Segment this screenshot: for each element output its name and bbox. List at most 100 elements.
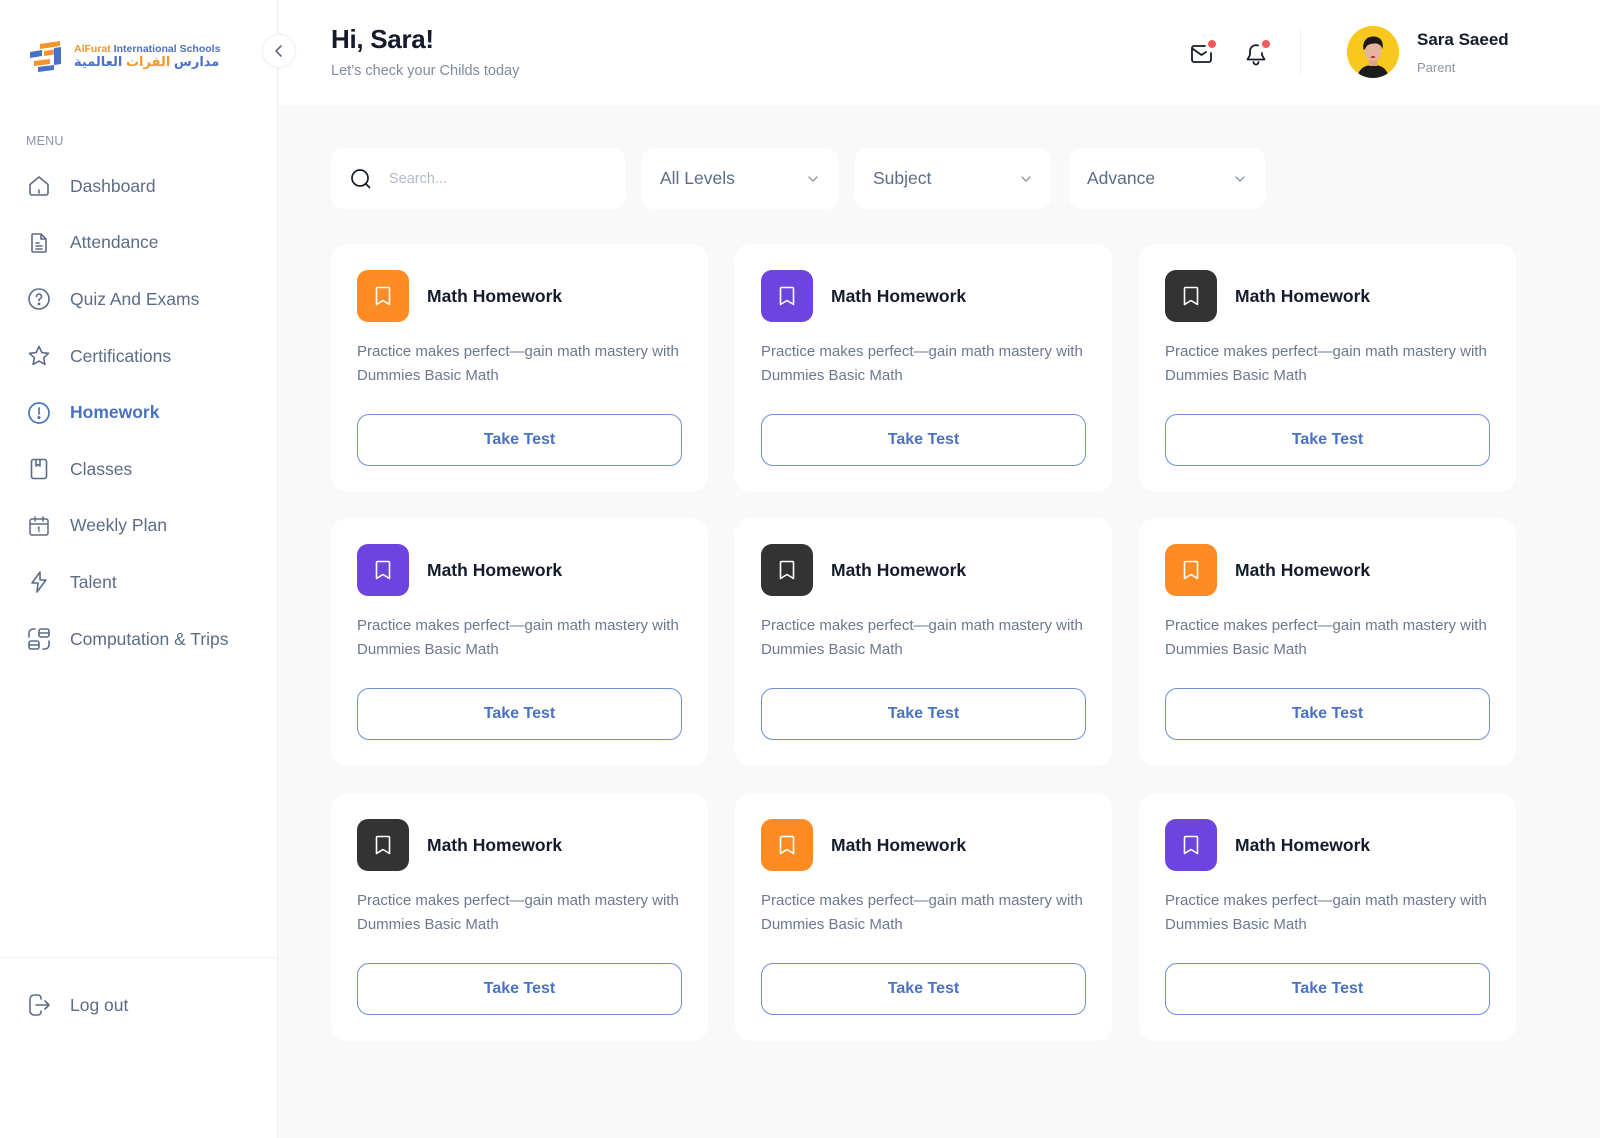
- homework-title: Math Homework: [1235, 835, 1371, 855]
- homework-icon-tile: [1165, 819, 1217, 871]
- take-test-button[interactable]: Take Test: [761, 963, 1086, 1015]
- bookmark-icon: [779, 286, 795, 306]
- sidebar-item-talent[interactable]: Talent: [0, 554, 278, 611]
- homework-icon-tile: [357, 819, 409, 871]
- homework-icon-tile: [1165, 270, 1217, 322]
- take-test-button[interactable]: Take Test: [357, 414, 682, 466]
- chevron-down-icon: [808, 175, 818, 182]
- subject-dropdown[interactable]: Subject: [855, 148, 1051, 209]
- bookmark-icon: [1183, 286, 1199, 306]
- homework-icon-tile: [1165, 544, 1217, 596]
- bookmark-icon: [375, 286, 391, 306]
- take-test-button[interactable]: Take Test: [1165, 688, 1490, 740]
- bookmark-icon: [1183, 835, 1199, 855]
- sidebar-item-homework[interactable]: Homework: [0, 384, 278, 441]
- chevron-left-icon: [275, 45, 282, 57]
- homework-description: Practice makes perfect—gain math mastery…: [1165, 892, 1487, 933]
- homework-title: Math Homework: [427, 835, 563, 855]
- levels-dropdown-value: All Levels: [660, 168, 735, 188]
- subject-dropdown-value: Subject: [873, 168, 932, 188]
- book-bookmark-icon: [26, 456, 52, 482]
- homework-description: Practice makes perfect—gain math mastery…: [761, 617, 1083, 658]
- homework-card: Math Homework Practice makes perfect—gai…: [1139, 793, 1516, 1041]
- homework-description: Practice makes perfect—gain math mastery…: [1165, 343, 1487, 384]
- take-test-button[interactable]: Take Test: [761, 688, 1086, 740]
- homework-title: Math Homework: [427, 286, 563, 306]
- logo-text-ar: مدارس الفرات العالمية: [74, 53, 220, 69]
- sidebar-item-label: Quiz And Exams: [70, 288, 200, 309]
- homework-description: Practice makes perfect—gain math mastery…: [357, 343, 679, 384]
- logout-button[interactable]: Log out: [26, 992, 128, 1018]
- homework-title: Math Homework: [831, 286, 967, 306]
- sidebar-item-label: Homework: [70, 402, 160, 423]
- logout-label: Log out: [70, 994, 129, 1015]
- search-box[interactable]: [331, 148, 625, 209]
- school-logo[interactable]: AlFurat International Schools مدارس الفر…: [28, 40, 220, 72]
- calendar-icon: [26, 513, 52, 539]
- top-header: Hi, Sara! Let’s check your Childs today …: [279, 0, 1600, 105]
- sidebar-item-label: Dashboard: [70, 175, 156, 196]
- sidebar: AlFurat International Schools مدارس الفر…: [0, 0, 278, 1138]
- user-name: Sara Saeed: [1417, 30, 1509, 49]
- user-avatar[interactable]: [1347, 26, 1399, 78]
- page-subtitle: Let’s check your Childs today: [331, 63, 520, 79]
- homework-icon-tile: [357, 544, 409, 596]
- sidebar-item-attendance[interactable]: Attendance: [0, 215, 278, 272]
- homework-description: Practice makes perfect—gain math mastery…: [761, 343, 1083, 384]
- homework-card: Math Homework Practice makes perfect—gai…: [1139, 244, 1516, 492]
- page-greeting: Hi, Sara!: [331, 24, 434, 54]
- bookmark-icon: [1183, 560, 1199, 580]
- notifications-button[interactable]: [1243, 39, 1271, 67]
- collapse-sidebar-button[interactable]: [262, 34, 296, 68]
- homework-card: Math Homework Practice makes perfect—gai…: [331, 244, 708, 492]
- homework-title: Math Homework: [831, 835, 967, 855]
- sidebar-item-label: Attendance: [70, 232, 159, 253]
- take-test-button[interactable]: Take Test: [1165, 414, 1490, 466]
- bookmark-icon: [779, 835, 795, 855]
- homework-icon-tile: [761, 544, 813, 596]
- advance-dropdown[interactable]: Advance: [1069, 148, 1265, 209]
- document-icon: [26, 230, 52, 256]
- lightning-icon: [26, 569, 52, 595]
- chevron-down-icon: [1021, 175, 1031, 182]
- homework-title: Math Homework: [1235, 560, 1371, 580]
- sidebar-item-quiz-and-exams[interactable]: Quiz And Exams: [0, 271, 278, 328]
- homework-icon-tile: [761, 270, 813, 322]
- menu-label: MENU: [26, 134, 64, 148]
- sidebar-item-label: Weekly Plan: [70, 515, 167, 536]
- homework-title: Math Homework: [1235, 286, 1371, 306]
- take-test-button[interactable]: Take Test: [1165, 963, 1490, 1015]
- sidebar-item-certifications[interactable]: Certifications: [0, 328, 278, 385]
- search-icon: [351, 168, 371, 188]
- sidebar-item-weekly-plan[interactable]: Weekly Plan: [0, 498, 278, 555]
- sidebar-item-label: Talent: [70, 571, 117, 592]
- homework-icon-tile: [761, 819, 813, 871]
- messages-button[interactable]: [1189, 39, 1217, 67]
- header-divider: [1300, 30, 1301, 74]
- homework-description: Practice makes perfect—gain math mastery…: [761, 892, 1083, 933]
- homework-card: Math Homework Practice makes perfect—gai…: [735, 244, 1112, 492]
- advance-dropdown-value: Advance: [1087, 168, 1156, 188]
- layout-grid-icon: [26, 626, 52, 652]
- bookmark-icon: [375, 835, 391, 855]
- home-icon: [26, 173, 52, 199]
- homework-card: Math Homework Practice makes perfect—gai…: [735, 793, 1112, 1041]
- sidebar-divider: [0, 957, 278, 958]
- take-test-button[interactable]: Take Test: [357, 963, 682, 1015]
- sidebar-item-dashboard[interactable]: Dashboard: [0, 158, 278, 215]
- sidebar-nav: Dashboard Attendance Quiz And Exams Cert…: [0, 158, 278, 667]
- logo-mark-icon: [30, 41, 61, 72]
- sidebar-item-classes[interactable]: Classes: [0, 441, 278, 498]
- search-input[interactable]: [389, 170, 589, 187]
- homework-title: Math Homework: [831, 560, 967, 580]
- homework-description: Practice makes perfect—gain math mastery…: [357, 617, 679, 658]
- user-photo: [1347, 26, 1399, 78]
- bookmark-icon: [779, 560, 795, 580]
- take-test-button[interactable]: Take Test: [357, 688, 682, 740]
- levels-dropdown[interactable]: All Levels: [642, 148, 838, 209]
- take-test-button[interactable]: Take Test: [761, 414, 1086, 466]
- logout-icon: [26, 992, 52, 1018]
- user-role: Parent: [1417, 60, 1456, 75]
- sidebar-item-computation-trips[interactable]: Computation & Trips: [0, 611, 278, 668]
- homework-card: Math Homework Practice makes perfect—gai…: [331, 793, 708, 1041]
